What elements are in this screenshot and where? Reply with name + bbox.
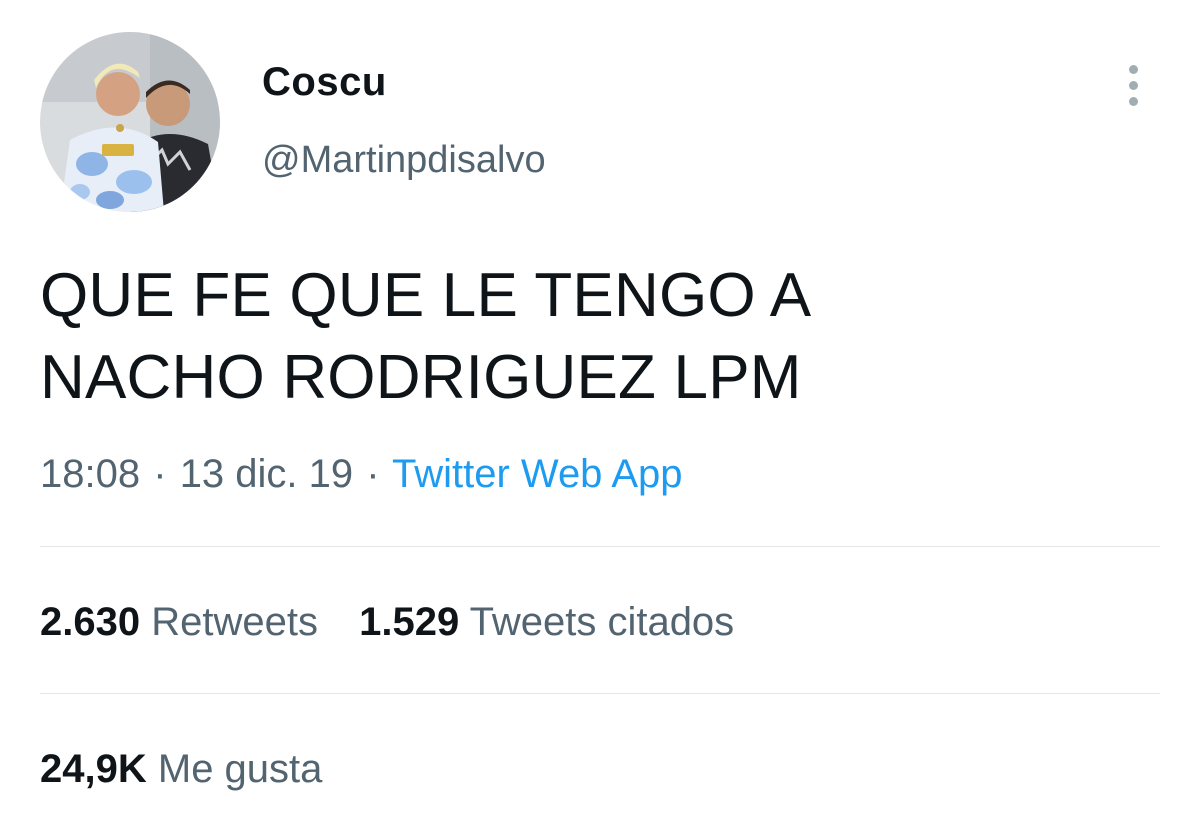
tweet-detail: Coscu @Martinpdisalvo QUE FE QUE LE TENG…	[0, 0, 1200, 837]
tweet-text: QUE FE QUE LE TENGO A NACHO RODRIGUEZ LP…	[40, 255, 1140, 419]
meta-separator: ·	[366, 452, 380, 496]
author-display-name[interactable]: Coscu	[262, 60, 387, 105]
stats-row: 2.630 Retweets 1.529 Tweets citados	[40, 600, 734, 645]
tweet-text-line: NACHO RODRIGUEZ LPM	[40, 343, 802, 412]
divider	[40, 546, 1160, 547]
quotes-count: 1.529	[359, 600, 460, 644]
more-dot	[1128, 81, 1138, 90]
more-options-icon[interactable]	[1116, 60, 1150, 112]
avatar-photo	[40, 32, 220, 212]
divider	[40, 693, 1160, 694]
tweet-meta: 18:08 · 13 dic. 19 · Twitter Web App	[40, 452, 683, 497]
likes-label: Me gusta	[157, 747, 323, 791]
quotes-stat[interactable]: 1.529 Tweets citados	[359, 600, 734, 645]
retweets-count: 2.630	[40, 600, 141, 644]
meta-separator: ·	[153, 452, 167, 496]
retweets-stat[interactable]: 2.630 Retweets	[40, 600, 318, 645]
tweet-date[interactable]: 13 dic. 19	[180, 452, 353, 496]
likes-row: 24,9K Me gusta	[40, 747, 322, 792]
retweets-label: Retweets	[151, 600, 318, 644]
tweet-source-link[interactable]: Twitter Web App	[392, 452, 683, 496]
more-dot	[1128, 65, 1138, 74]
avatar[interactable]	[40, 32, 220, 212]
author-handle[interactable]: @Martinpdisalvo	[262, 139, 546, 182]
quotes-label: Tweets citados	[469, 600, 735, 644]
tweet-time[interactable]: 18:08	[40, 452, 140, 496]
tweet-text-line: QUE FE QUE LE TENGO A	[40, 261, 812, 330]
more-dot	[1128, 97, 1138, 106]
likes-count: 24,9K	[40, 747, 147, 791]
likes-stat[interactable]: 24,9K Me gusta	[40, 747, 322, 792]
